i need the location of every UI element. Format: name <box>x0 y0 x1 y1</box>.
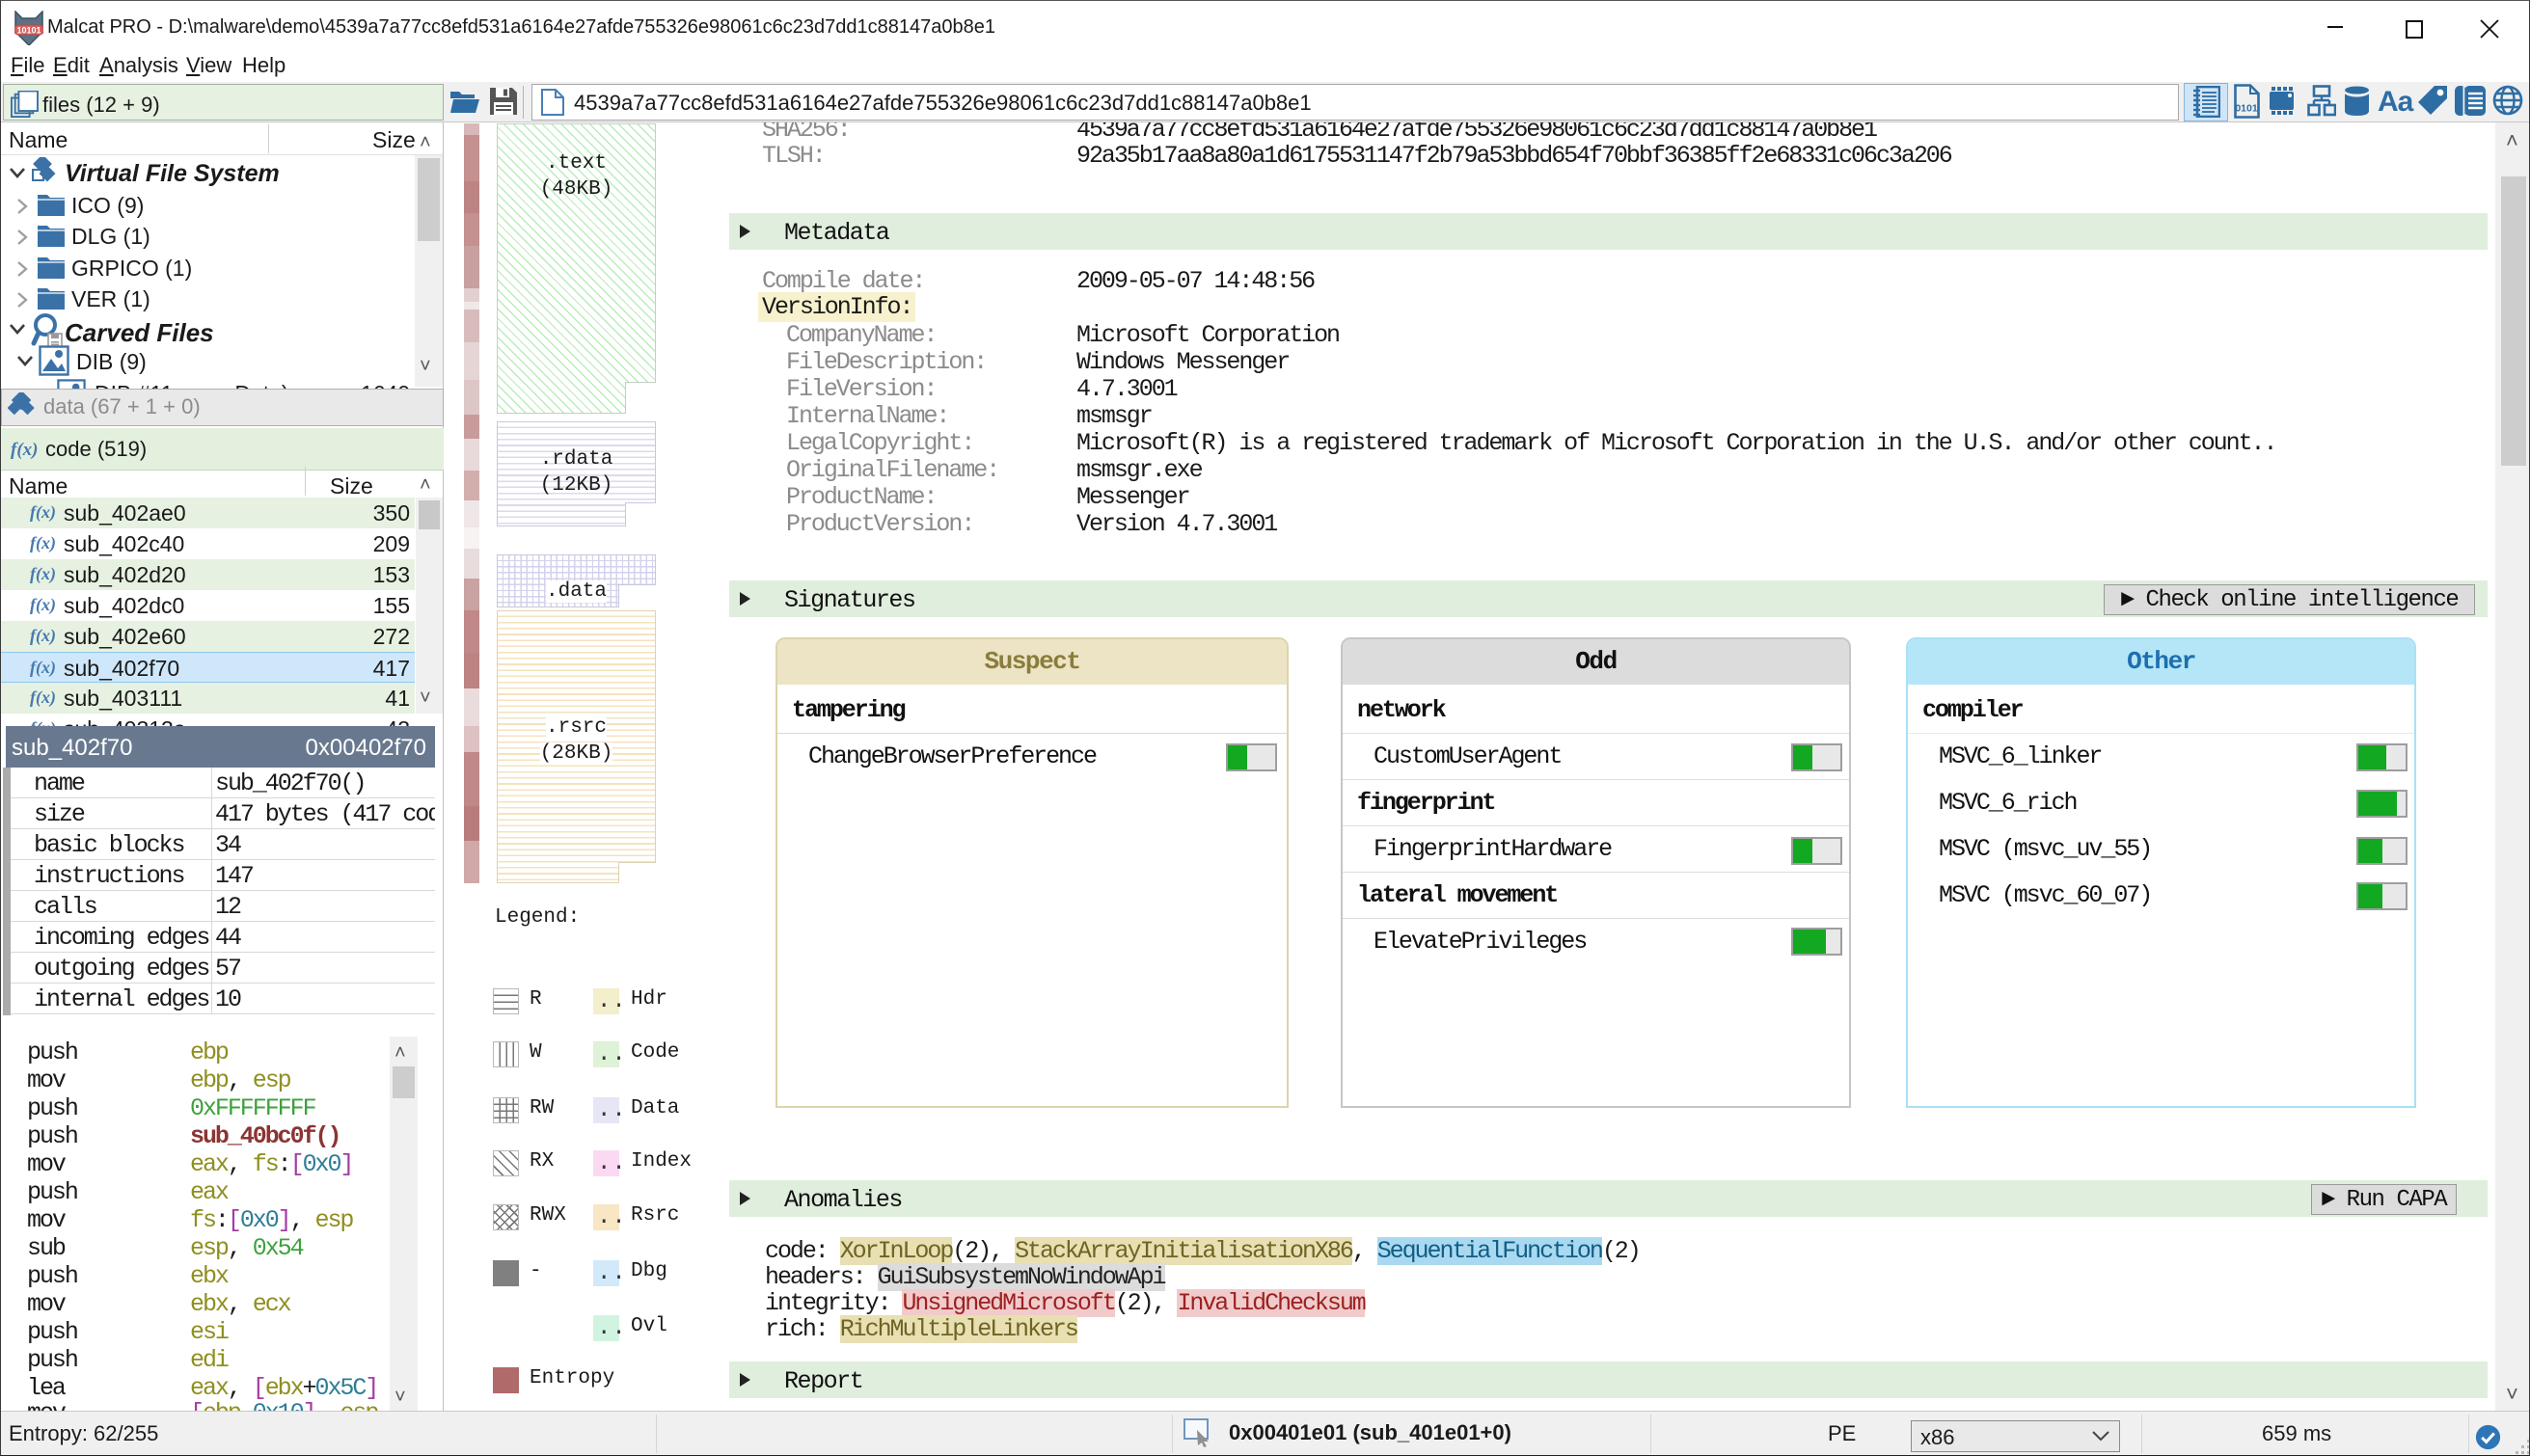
svg-text:0101: 0101 <box>2235 103 2258 115</box>
svg-text:10101: 10101 <box>16 26 41 36</box>
